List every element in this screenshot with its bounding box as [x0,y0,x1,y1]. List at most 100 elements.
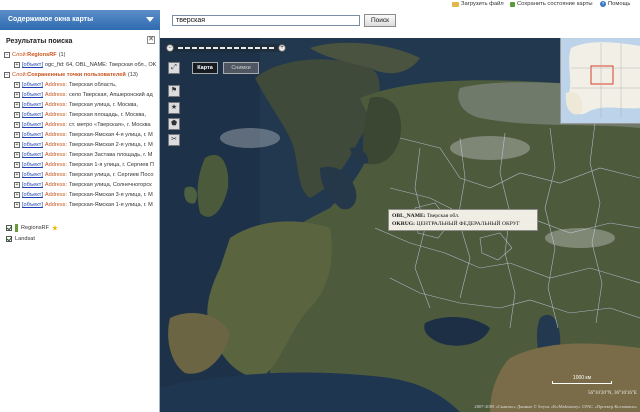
object-link[interactable]: [объект] [22,202,43,208]
zoom-in-icon[interactable]: + [278,44,286,52]
expand-icon[interactable]: ⤢ [168,62,180,74]
expand-icon[interactable]: + [14,101,20,108]
tree-result-item[interactable]: + [объект] Address: Тверская улица, г. Серг… [4,170,159,180]
expand-icon[interactable]: + [14,141,20,148]
object-link[interactable]: [объект] [22,62,43,68]
layer-count: (1) [58,52,66,58]
tree-result-item[interactable]: + [объект] Address: Тверская улица, Солнечн… [4,180,159,190]
tree-result-item[interactable]: + [объект] Address: село Тверская, Апшеронс… [4,90,159,100]
layer-prefix: Слой: [12,52,28,58]
load-file-label: Загрузить файл [461,1,504,7]
address-key: Address: [44,82,67,88]
search-button[interactable]: Поиск [364,14,396,27]
pentagon-icon[interactable]: ⬟ [168,118,180,130]
tree-result-item[interactable]: + [объект] Address: Тверская Застава площад… [4,150,159,160]
map-tooltip: OBL_NAME: Тверская обл. OKRUG: ЦЕНТРАЛЬН… [388,209,538,231]
zoom-slider[interactable]: − + [166,44,286,52]
coordinates-readout: 56°10'20"N, 36°10'16"E [587,391,637,396]
flag-icon[interactable]: ⚑ [168,85,180,97]
tree-result-item[interactable]: + [объект] ogc_fid: 64, OBL_NAME: Тверская… [4,60,159,70]
address-key: Address: [44,122,67,128]
tree-result-item[interactable]: + [объект] Address: Тверская-Ямская 1-я ули… [4,200,159,210]
tooltip-value-1: Тверская обл. [426,213,460,219]
address-key: Address: [44,92,67,98]
expand-icon[interactable]: + [14,161,20,168]
layer-row-regionsrf[interactable]: RegionsRF [6,224,58,232]
address-key: Address: [44,152,67,158]
object-link[interactable]: [объект] [22,152,43,158]
save-state-link[interactable]: Сохранить состояние карты [510,1,593,7]
result-text: Тверская улица, Солнечногорск [69,182,152,188]
tree-result-item[interactable]: + [объект] Address: Тверская 1-я улица, г. … [4,160,159,170]
object-link[interactable]: [объект] [22,182,43,188]
search-input[interactable] [172,15,360,26]
object-link[interactable]: [объект] [22,82,43,88]
expand-icon[interactable]: + [14,191,20,198]
object-link[interactable]: [объект] [22,92,43,98]
result-text: Тверская улица, г. Сергиев Посо [69,172,154,178]
layer-count: (13) [127,72,138,78]
address-key: Address: [44,172,67,178]
scissors-icon[interactable]: ✂ [168,134,180,146]
collapse-icon[interactable]: − [4,51,10,58]
panel-header[interactable]: Содержимое окна карты [0,10,160,30]
object-link[interactable]: [объект] [22,132,43,138]
object-link[interactable]: [объект] [22,142,43,148]
overview-map[interactable] [560,38,640,124]
tree-result-item[interactable]: + [объект] Address: ст. метро «Тверская», г… [4,120,159,130]
object-link[interactable]: [объект] [22,122,43,128]
address-key: Address: [44,132,67,138]
object-link[interactable]: [объект] [22,162,43,168]
tooltip-key-2: OKRUG: [392,221,415,227]
results-title: Результаты поиска [6,38,73,45]
address-key: Address: [44,192,67,198]
expand-icon[interactable]: + [14,181,20,188]
map-view[interactable]: − + Карта Снимки ⤢ ⚑ ★ ⬟ ✂ OBL_NAME: Тве… [160,38,640,412]
checkbox-icon[interactable] [6,225,12,231]
expand-icon[interactable]: + [14,81,20,88]
collapse-icon[interactable]: − [4,71,10,78]
object-link[interactable]: [объект] [22,112,43,118]
object-link[interactable]: [объект] [22,102,43,108]
tab-map[interactable]: Карта [192,62,218,74]
result-text: ст. метро «Тверская», г. Москва [69,122,151,128]
scale-bar: 1000 км [552,375,612,384]
expand-icon[interactable]: + [14,131,20,138]
result-text: Тверская-Ямская 3-я улица, г. M [69,192,153,198]
chevron-down-icon[interactable] [146,17,154,22]
tree-result-item[interactable]: + [объект] Address: Тверская площадь, г. Мо… [4,110,159,120]
layer-label: RegionsRF [21,225,49,231]
expand-icon[interactable]: + [14,121,20,128]
tree-result-item[interactable]: + [объект] Address: Тверская улица, г. Моск… [4,100,159,110]
tab-satellite[interactable]: Снимки [223,62,259,74]
object-link[interactable]: [объект] [22,192,43,198]
tree-result-item[interactable]: + [объект] Address: Тверская область, [4,80,159,90]
expand-icon[interactable]: + [14,91,20,98]
expand-icon[interactable]: + [14,61,20,68]
expand-icon[interactable]: + [14,171,20,178]
expand-icon[interactable]: + [14,201,20,208]
result-text: Тверская-Ямская 1-я улица, г. M [69,202,153,208]
tree-result-item[interactable]: + [объект] Address: Тверская-Ямская 2-я ули… [4,140,159,150]
expand-icon[interactable]: + [14,151,20,158]
folder-icon [452,1,459,7]
zoom-out-icon[interactable]: − [166,44,174,52]
checkbox-icon[interactable] [6,236,12,242]
object-link[interactable]: [объект] [22,172,43,178]
tree-layer-node[interactable]: − Слой:Сохраненные точки пользователей (13… [4,70,159,80]
layer-row-landsat[interactable]: Landsat [6,236,35,242]
help-link[interactable]: ? Помощь [600,1,630,7]
address-key: Address: [44,112,67,118]
close-icon[interactable]: ✕ [147,36,155,44]
tooltip-value-2: ЦЕНТРАЛЬНЫЙ ФЕДЕРАЛЬНЫЙ ОКРУГ [416,221,520,227]
star-icon[interactable]: ★ [168,102,180,114]
tree-layer-node[interactable]: − Слой:RegionsRF (1) [4,50,159,60]
load-file-link[interactable]: Загрузить файл [452,1,504,7]
help-icon: ? [600,1,606,7]
tree-result-item[interactable]: + [объект] Address: Тверская-Ямская 4-я ули… [4,130,159,140]
layer-name: Сохраненные точки пользователей [27,72,126,78]
expand-icon[interactable]: + [14,111,20,118]
tree-result-item[interactable]: + [объект] Address: Тверская-Ямская 3-я ули… [4,190,159,200]
zoom-track[interactable] [178,47,274,49]
result-text: село Тверская, Апшеронский ад [69,92,153,98]
